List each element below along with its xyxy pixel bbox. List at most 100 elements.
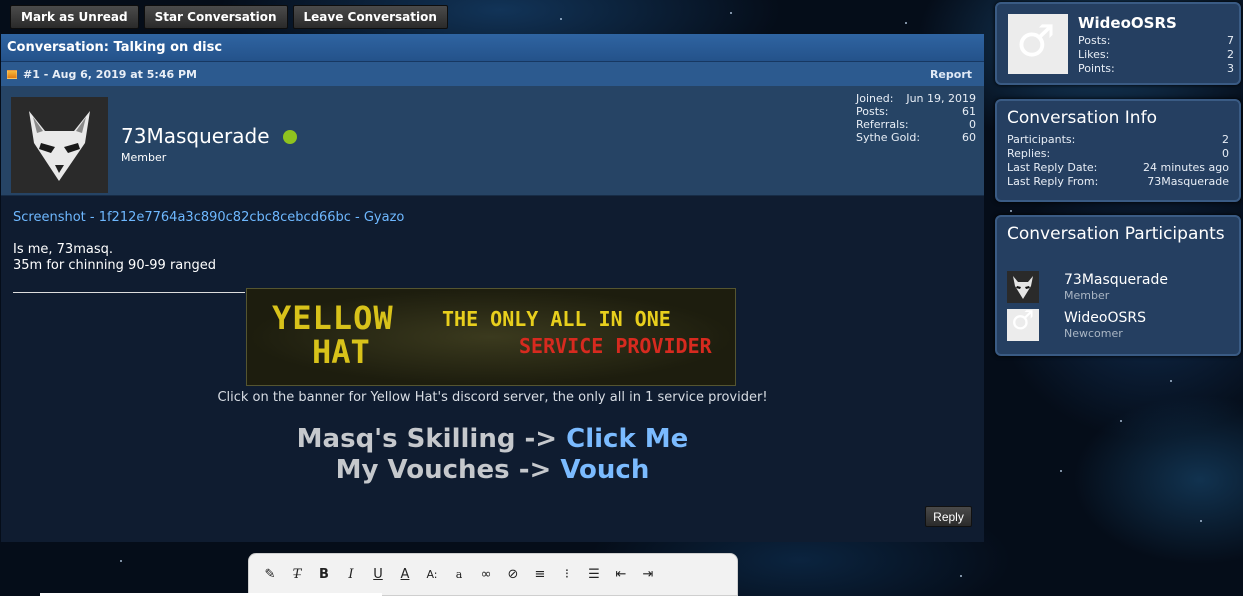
numbered-list-icon[interactable]: ☰ (583, 564, 605, 586)
post-text-line: Is me, 73masq. (13, 242, 113, 257)
star-decoration (560, 18, 562, 20)
post-icon (7, 69, 17, 79)
participant-name[interactable]: WideoOSRS (1064, 310, 1146, 326)
info-value: 0 (1222, 147, 1229, 160)
banner-tagline: SERVICE PROVIDER (519, 334, 712, 358)
stat-value: 61 (962, 105, 976, 118)
star-decoration (960, 575, 962, 577)
info-value: 2 (1222, 133, 1229, 146)
star-decoration (120, 560, 122, 562)
stat-value: 7 (1227, 34, 1234, 47)
format-painter-icon[interactable]: ✎ (259, 564, 281, 586)
info-label: Last Reply From: (1007, 175, 1099, 188)
stat-value: 2 (1227, 48, 1234, 61)
star-decoration (1010, 210, 1012, 212)
click-me-link[interactable]: Click Me (566, 424, 688, 454)
online-status-icon (283, 130, 297, 144)
vouches-line: My Vouches -> Vouch (1, 455, 984, 485)
avatar[interactable] (11, 97, 108, 193)
vouch-link[interactable]: Vouch (560, 455, 649, 485)
text-color-icon[interactable]: A (394, 564, 416, 586)
stat-row: Sythe Gold: 60 (856, 131, 976, 144)
info-value[interactable]: 73Masquerade (1147, 175, 1229, 189)
font-size-icon[interactable]: A: (421, 564, 443, 586)
info-row: Participants: 2 (1007, 133, 1229, 147)
stat-row: Joined: Jun 19, 2019 (856, 92, 976, 105)
stat-row: Likes: 2 (1078, 48, 1234, 62)
author-info: 73Masquerade Member Joined: Jun 19, 2019 … (1, 86, 984, 196)
conversation-participants-card: Conversation Participants 73Masquerade M… (995, 215, 1241, 356)
conversation-title: Conversation: Talking on disc (1, 34, 984, 62)
star-conversation-button[interactable]: Star Conversation (143, 5, 288, 29)
align-icon[interactable]: ≡ (529, 564, 551, 586)
gyazo-screenshot-link[interactable]: Screenshot - 1f212e7764a3c890c82cbc8cebc… (13, 210, 404, 225)
bullet-list-icon[interactable]: ⁝ (556, 564, 578, 586)
author-role: Member (121, 151, 167, 164)
link-icon[interactable]: ∞ (475, 564, 497, 586)
post-permalink[interactable]: #1 - Aug 6, 2019 at 5:46 PM (23, 68, 197, 81)
stat-label: Likes: (1078, 48, 1110, 61)
italic-icon[interactable]: I (340, 564, 362, 586)
male-symbol-icon: ♂ (1016, 16, 1056, 67)
font-family-icon[interactable]: a (448, 564, 470, 586)
unlink-icon[interactable]: ⊘ (502, 564, 524, 586)
author-stats: Joined: Jun 19, 2019 Posts: 61 Referrals: 0… (856, 92, 976, 144)
skilling-line: Masq's Skilling -> Click Me (1, 424, 984, 454)
participants-title: Conversation Participants (1007, 224, 1225, 244)
banner-tagline: THE ONLY ALL IN ONE (442, 307, 671, 331)
participant-avatar[interactable] (1007, 271, 1039, 303)
vouches-text: My Vouches -> (335, 455, 561, 485)
info-value: 24 minutes ago (1143, 161, 1229, 174)
star-decoration (905, 22, 907, 24)
stat-value: 3 (1227, 62, 1234, 75)
participant-role: Newcomer (1064, 327, 1123, 340)
leave-conversation-button[interactable]: Leave Conversation (292, 5, 448, 29)
star-decoration (1060, 470, 1062, 472)
stat-row: Posts: 61 (856, 105, 976, 118)
author-name[interactable]: 73Masquerade (121, 124, 270, 148)
reply-button[interactable]: Reply (925, 506, 972, 527)
indent-icon[interactable]: ⇥ (637, 564, 659, 586)
report-link[interactable]: Report (930, 68, 972, 81)
participant-name[interactable]: 73Masquerade (1064, 272, 1168, 288)
participant-avatar[interactable]: ♂ (1007, 309, 1039, 341)
sidebar-user-card: ♂ WideoOSRS Posts: 7 Likes: 2 Points: 3 (995, 2, 1241, 85)
conversation-info-title: Conversation Info (1007, 108, 1157, 128)
stat-label: Referrals: (856, 118, 909, 131)
post-text-line: 35m for chinning 90-99 ranged (13, 258, 217, 273)
stat-value: 60 (962, 131, 976, 144)
info-label: Last Reply Date: (1007, 161, 1098, 174)
stat-value: 0 (969, 118, 976, 131)
stat-value: Jun 19, 2019 (906, 92, 976, 105)
info-row: Last Reply Date: 24 minutes ago (1007, 161, 1229, 175)
stat-label: Joined: (856, 92, 894, 105)
user-avatar[interactable]: ♂ (1008, 14, 1068, 74)
participant-item[interactable]: 73Masquerade Member (1007, 271, 1237, 303)
remove-format-icon[interactable]: T̶ (286, 564, 308, 586)
sidebar-username[interactable]: WideoOSRS (1078, 14, 1177, 32)
bold-icon[interactable]: B (313, 564, 335, 586)
star-decoration (1120, 420, 1122, 422)
post-meta-bar: #1 - Aug 6, 2019 at 5:46 PM Report (1, 62, 984, 86)
participant-item[interactable]: ♂ WideoOSRS Newcomer (1007, 309, 1237, 341)
conversation-info-rows: Participants: 2 Replies: 0 Last Reply Date… (997, 127, 1239, 189)
stat-row: Referrals: 0 (856, 118, 976, 131)
male-symbol-icon: ♂ (1011, 309, 1035, 336)
conversation-info-card: Conversation Info Participants: 2 Replies… (995, 99, 1241, 202)
info-label: Participants: (1007, 133, 1076, 146)
mark-unread-button[interactable]: Mark as Unread (10, 5, 139, 29)
yellow-hat-banner[interactable]: YELLOW HAT THE ONLY ALL IN ONE SERVICE P… (246, 288, 736, 386)
outdent-icon[interactable]: ⇤ (610, 564, 632, 586)
conversation-panel: Conversation: Talking on disc #1 - Aug 6… (1, 34, 984, 542)
underline-icon[interactable]: U (367, 564, 389, 586)
post-body: Screenshot - 1f212e7764a3c890c82cbc8cebc… (1, 196, 984, 293)
editor-toolbar: ✎ T̶ B I U A A: a ∞ ⊘ ≡ ⁝ ☰ ⇤ ⇥ (248, 553, 738, 596)
stat-row: Points: 3 (1078, 62, 1234, 76)
sidebar-user-stats: Posts: 7 Likes: 2 Points: 3 (1078, 34, 1234, 76)
banner-word: YELLOW (272, 299, 394, 337)
banner-word: HAT (312, 333, 370, 371)
info-row: Last Reply From: 73Masquerade (1007, 175, 1229, 189)
stat-label: Posts: (856, 105, 889, 118)
stat-row: Posts: 7 (1078, 34, 1234, 48)
banner-caption: Click on the banner for Yellow Hat's dis… (217, 390, 768, 405)
